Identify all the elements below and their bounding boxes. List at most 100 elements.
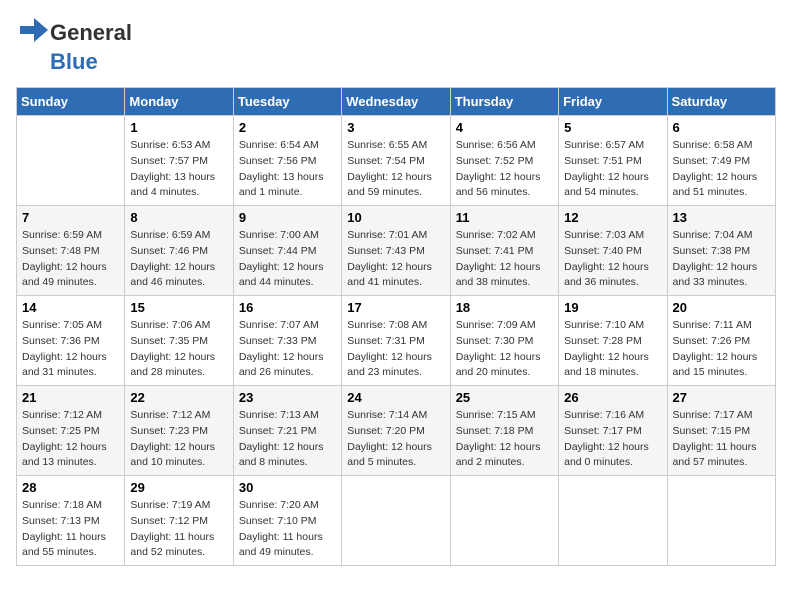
calendar-day-cell: 1 Sunrise: 6:53 AMSunset: 7:57 PMDaylight…: [125, 116, 233, 206]
day-info: Sunrise: 7:06 AMSunset: 7:35 PMDaylight:…: [130, 318, 227, 381]
day-info: Sunrise: 7:10 AMSunset: 7:28 PMDaylight:…: [564, 318, 661, 381]
day-number: 22: [130, 390, 227, 405]
day-info: Sunrise: 7:14 AMSunset: 7:20 PMDaylight:…: [347, 408, 444, 471]
day-info: Sunrise: 7:03 AMSunset: 7:40 PMDaylight:…: [564, 228, 661, 291]
day-info: Sunrise: 7:04 AMSunset: 7:38 PMDaylight:…: [673, 228, 770, 291]
day-info: Sunrise: 6:58 AMSunset: 7:49 PMDaylight:…: [673, 138, 770, 201]
calendar-day-cell: 28 Sunrise: 7:18 AMSunset: 7:13 PMDayligh…: [17, 476, 125, 566]
calendar-day-cell: [450, 476, 558, 566]
day-info: Sunrise: 7:12 AMSunset: 7:23 PMDaylight:…: [130, 408, 227, 471]
calendar-week-row: 28 Sunrise: 7:18 AMSunset: 7:13 PMDayligh…: [17, 476, 776, 566]
calendar-day-cell: 15 Sunrise: 7:06 AMSunset: 7:35 PMDayligh…: [125, 296, 233, 386]
day-info: Sunrise: 6:56 AMSunset: 7:52 PMDaylight:…: [456, 138, 553, 201]
day-number: 11: [456, 210, 553, 225]
day-number: 20: [673, 300, 770, 315]
calendar-day-cell: 18Sunrise: 7:09 AMSunset: 7:30 PMDayligh…: [450, 296, 558, 386]
day-number: 28: [22, 480, 119, 495]
day-number: 23: [239, 390, 336, 405]
calendar-day-cell: [559, 476, 667, 566]
calendar-table: SundayMondayTuesdayWednesdayThursdayFrid…: [16, 87, 776, 566]
day-number: 29: [130, 480, 227, 495]
calendar-day-cell: 10Sunrise: 7:01 AMSunset: 7:43 PMDayligh…: [342, 206, 450, 296]
day-number: 21: [22, 390, 119, 405]
day-info: Sunrise: 7:16 AMSunset: 7:17 PMDaylight:…: [564, 408, 661, 471]
day-number: 14: [22, 300, 119, 315]
calendar-day-cell: 19 Sunrise: 7:10 AMSunset: 7:28 PMDayligh…: [559, 296, 667, 386]
day-number: 3: [347, 120, 444, 135]
calendar-day-cell: 14 Sunrise: 7:05 AMSunset: 7:36 PMDayligh…: [17, 296, 125, 386]
day-info: Sunrise: 7:05 AMSunset: 7:36 PMDaylight:…: [22, 318, 119, 381]
day-info: Sunrise: 6:55 AMSunset: 7:54 PMDaylight:…: [347, 138, 444, 201]
day-of-week-header: Saturday: [667, 88, 775, 116]
calendar-day-cell: 23 Sunrise: 7:13 AMSunset: 7:21 PMDayligh…: [233, 386, 341, 476]
day-number: 9: [239, 210, 336, 225]
logo-icon: [16, 16, 48, 49]
day-info: Sunrise: 6:53 AMSunset: 7:57 PMDaylight:…: [130, 138, 227, 201]
day-info: Sunrise: 6:54 AMSunset: 7:56 PMDaylight:…: [239, 138, 336, 201]
calendar-day-cell: 2Sunrise: 6:54 AMSunset: 7:56 PMDaylight…: [233, 116, 341, 206]
day-number: 1: [130, 120, 227, 135]
calendar-day-cell: 22 Sunrise: 7:12 AMSunset: 7:23 PMDayligh…: [125, 386, 233, 476]
logo-general-text: General: [50, 20, 132, 46]
calendar-day-cell: 27Sunrise: 7:17 AMSunset: 7:15 PMDayligh…: [667, 386, 775, 476]
day-of-week-header: Friday: [559, 88, 667, 116]
day-info: Sunrise: 6:57 AMSunset: 7:51 PMDaylight:…: [564, 138, 661, 201]
day-number: 5: [564, 120, 661, 135]
day-number: 6: [673, 120, 770, 135]
day-info: Sunrise: 6:59 AMSunset: 7:48 PMDaylight:…: [22, 228, 119, 291]
day-info: Sunrise: 7:19 AMSunset: 7:12 PMDaylight:…: [130, 498, 227, 561]
calendar-day-cell: 13 Sunrise: 7:04 AMSunset: 7:38 PMDayligh…: [667, 206, 775, 296]
day-info: Sunrise: 7:18 AMSunset: 7:13 PMDaylight:…: [22, 498, 119, 561]
day-number: 15: [130, 300, 227, 315]
day-number: 8: [130, 210, 227, 225]
day-info: Sunrise: 7:20 AMSunset: 7:10 PMDaylight:…: [239, 498, 336, 561]
calendar-day-cell: 9 Sunrise: 7:00 AMSunset: 7:44 PMDaylight…: [233, 206, 341, 296]
day-info: Sunrise: 7:07 AMSunset: 7:33 PMDaylight:…: [239, 318, 336, 381]
day-number: 25: [456, 390, 553, 405]
day-info: Sunrise: 7:15 AMSunset: 7:18 PMDaylight:…: [456, 408, 553, 471]
day-info: Sunrise: 7:08 AMSunset: 7:31 PMDaylight:…: [347, 318, 444, 381]
day-number: 17: [347, 300, 444, 315]
calendar-day-cell: 29 Sunrise: 7:19 AMSunset: 7:12 PMDayligh…: [125, 476, 233, 566]
calendar-header-row: SundayMondayTuesdayWednesdayThursdayFrid…: [17, 88, 776, 116]
calendar-day-cell: 3 Sunrise: 6:55 AMSunset: 7:54 PMDaylight…: [342, 116, 450, 206]
day-info: Sunrise: 7:01 AMSunset: 7:43 PMDaylight:…: [347, 228, 444, 291]
calendar-day-cell: 20 Sunrise: 7:11 AMSunset: 7:26 PMDayligh…: [667, 296, 775, 386]
calendar-day-cell: [17, 116, 125, 206]
calendar-day-cell: 16 Sunrise: 7:07 AMSunset: 7:33 PMDayligh…: [233, 296, 341, 386]
calendar-day-cell: 8 Sunrise: 6:59 AMSunset: 7:46 PMDaylight…: [125, 206, 233, 296]
day-number: 24: [347, 390, 444, 405]
day-number: 4: [456, 120, 553, 135]
calendar-day-cell: 6 Sunrise: 6:58 AMSunset: 7:49 PMDaylight…: [667, 116, 775, 206]
day-number: 30: [239, 480, 336, 495]
logo-blue-text: Blue: [50, 49, 98, 75]
day-of-week-header: Wednesday: [342, 88, 450, 116]
day-info: Sunrise: 7:11 AMSunset: 7:26 PMDaylight:…: [673, 318, 770, 381]
day-info: Sunrise: 7:09 AMSunset: 7:30 PMDaylight:…: [456, 318, 553, 381]
day-number: 13: [673, 210, 770, 225]
day-info: Sunrise: 7:02 AMSunset: 7:41 PMDaylight:…: [456, 228, 553, 291]
calendar-day-cell: 30 Sunrise: 7:20 AMSunset: 7:10 PMDayligh…: [233, 476, 341, 566]
calendar-day-cell: 24 Sunrise: 7:14 AMSunset: 7:20 PMDayligh…: [342, 386, 450, 476]
day-number: 19: [564, 300, 661, 315]
calendar-day-cell: 26 Sunrise: 7:16 AMSunset: 7:17 PMDayligh…: [559, 386, 667, 476]
calendar-week-row: 7Sunrise: 6:59 AMSunset: 7:48 PMDaylight…: [17, 206, 776, 296]
day-info: Sunrise: 7:13 AMSunset: 7:21 PMDaylight:…: [239, 408, 336, 471]
calendar-day-cell: [667, 476, 775, 566]
calendar-day-cell: 12Sunrise: 7:03 AMSunset: 7:40 PMDayligh…: [559, 206, 667, 296]
page-header: General Blue: [16, 16, 776, 75]
day-info: Sunrise: 7:00 AMSunset: 7:44 PMDaylight:…: [239, 228, 336, 291]
day-of-week-header: Tuesday: [233, 88, 341, 116]
calendar-week-row: 21Sunrise: 7:12 AMSunset: 7:25 PMDayligh…: [17, 386, 776, 476]
calendar-week-row: 1 Sunrise: 6:53 AMSunset: 7:57 PMDaylight…: [17, 116, 776, 206]
calendar-day-cell: 4 Sunrise: 6:56 AMSunset: 7:52 PMDaylight…: [450, 116, 558, 206]
calendar-day-cell: 21Sunrise: 7:12 AMSunset: 7:25 PMDayligh…: [17, 386, 125, 476]
day-number: 16: [239, 300, 336, 315]
calendar-day-cell: [342, 476, 450, 566]
day-number: 26: [564, 390, 661, 405]
day-of-week-header: Thursday: [450, 88, 558, 116]
calendar-day-cell: 25 Sunrise: 7:15 AMSunset: 7:18 PMDayligh…: [450, 386, 558, 476]
calendar-day-cell: 5 Sunrise: 6:57 AMSunset: 7:51 PMDaylight…: [559, 116, 667, 206]
day-info: Sunrise: 7:17 AMSunset: 7:15 PMDaylight:…: [673, 408, 770, 471]
day-info: Sunrise: 6:59 AMSunset: 7:46 PMDaylight:…: [130, 228, 227, 291]
